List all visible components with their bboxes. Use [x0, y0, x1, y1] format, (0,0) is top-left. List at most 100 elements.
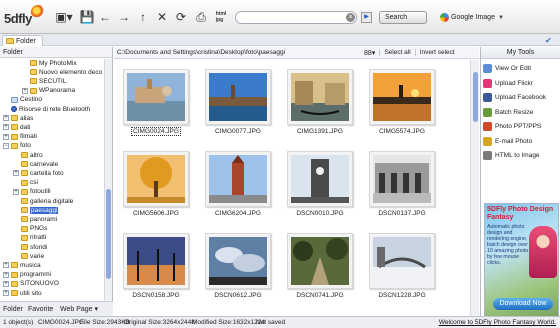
thumbnail-item[interactable]: CIMG0077.JPG — [200, 64, 276, 144]
expand-icon[interactable]: + — [13, 170, 19, 177]
tree-node[interactable]: csi — [13, 179, 38, 187]
thumbnail-image[interactable] — [369, 233, 435, 289]
thumbnail-image[interactable] — [369, 151, 435, 207]
tree-node[interactable]: altro — [13, 151, 43, 159]
collapse-panel-icon[interactable]: ✔ — [545, 36, 552, 45]
expand-icon[interactable]: + — [3, 115, 9, 122]
tree-node[interactable]: panorami — [13, 215, 57, 223]
tree-node[interactable]: + utili sito — [3, 289, 42, 297]
expand-icon[interactable]: + — [13, 188, 19, 195]
tree-node[interactable]: ritratti — [13, 234, 46, 242]
welcome-link[interactable]: Welcome to 5DFly Photo Fantasy World. — [439, 317, 556, 328]
folder-icon — [21, 234, 28, 241]
tree-node[interactable]: sfondi — [13, 243, 47, 251]
tree-node[interactable]: + alias — [3, 114, 33, 122]
select-all-button[interactable]: Select all — [379, 49, 411, 56]
tree-node[interactable]: + SITONUOVO — [3, 280, 59, 288]
save-icon[interactable]: 💾 — [80, 10, 95, 24]
tree-node[interactable]: galleria digitale — [13, 197, 73, 205]
thumbnail-image[interactable] — [205, 69, 271, 125]
tree-node[interactable]: Risorse di rete Bluetooth — [3, 105, 90, 113]
tree-node[interactable]: My PhotoMix — [22, 59, 77, 67]
folder-tree-scrollbar[interactable] — [104, 59, 112, 301]
expand-icon[interactable]: + — [3, 262, 9, 269]
tool-item[interactable]: Upload Flickr — [483, 78, 533, 89]
thumbnail-item[interactable]: DSCN0010.JPG — [282, 146, 358, 226]
thumbnail-item[interactable]: DSCN0158.JPG — [118, 228, 194, 308]
forward-icon[interactable]: → — [117, 10, 131, 24]
tab-folder-bottom[interactable]: Folder — [3, 305, 23, 314]
thumbnail-item[interactable]: DSCN0612.JPG — [200, 228, 276, 308]
tree-node[interactable]: + musica — [3, 261, 41, 269]
thumbnail-item[interactable]: CIMG0024.JPG — [118, 64, 194, 144]
search-engine-select[interactable]: Google Image ▼ — [440, 12, 504, 23]
expand-icon[interactable]: + — [3, 124, 9, 131]
expand-icon[interactable]: + — [3, 290, 9, 296]
thumbnail-image[interactable] — [287, 151, 353, 207]
tool-item[interactable]: Batch Resize — [483, 107, 533, 118]
back-icon[interactable]: ← — [98, 10, 112, 24]
thumbnail-image[interactable] — [369, 69, 435, 125]
thumbnail-scrollbar[interactable] — [470, 60, 479, 323]
tool-item[interactable]: HTML to Image — [483, 150, 540, 161]
tool-item[interactable]: Photo PPT/PPS — [483, 121, 541, 132]
expand-icon[interactable]: + — [3, 271, 9, 278]
tool-item[interactable]: Upload Facebook — [483, 92, 546, 103]
tool-item[interactable]: E-mail Photo — [483, 136, 532, 147]
thumbnail-item[interactable]: CIMG6204.JPG — [200, 146, 276, 226]
tree-node[interactable]: + dati — [3, 123, 30, 131]
html-jpg-icon[interactable]: html jpg — [214, 10, 228, 24]
thumbnail-image[interactable] — [123, 69, 189, 125]
expand-icon[interactable]: + — [3, 280, 9, 287]
print-icon[interactable]: ⎙ — [194, 10, 208, 24]
thumbnail-item[interactable]: CIMG5606.JPG — [118, 146, 194, 226]
tab-folder[interactable]: Folder — [2, 35, 43, 46]
screen-menu-icon[interactable]: ▣▾ — [55, 10, 73, 24]
promo-banner[interactable]: 5DFly Photo Design Fantasy Automatic pho… — [484, 203, 559, 317]
up-icon[interactable]: ↑ — [136, 10, 150, 24]
tree-node[interactable]: paesaggi — [13, 206, 59, 214]
thumbnail-item[interactable]: CIMG1391.JPG — [282, 64, 358, 144]
expand-icon[interactable]: + — [3, 133, 9, 140]
tree-node[interactable]: PNGs — [13, 225, 47, 233]
download-now-button[interactable]: Download Now — [493, 298, 553, 310]
tree-node[interactable]: carnevale — [13, 160, 58, 168]
tree-node[interactable]: varie — [13, 252, 44, 260]
search-button[interactable]: Search — [379, 11, 427, 24]
tree-node[interactable]: + WPanorama — [22, 87, 75, 95]
tree-node[interactable]: Nuovo elemento deco — [22, 68, 102, 76]
tree-node[interactable]: Cestino — [3, 96, 42, 104]
collapse-icon[interactable]: − — [3, 142, 9, 149]
search-go-icon[interactable]: ▶ — [361, 12, 372, 23]
tree-node[interactable]: + cartella foto — [13, 169, 64, 177]
tree-node[interactable]: SECUTIL — [22, 77, 66, 85]
tool-item[interactable]: View Or Edit — [483, 63, 531, 74]
thumbnail-image[interactable] — [205, 233, 271, 289]
search-input[interactable] — [235, 11, 357, 24]
thumbnail-image[interactable] — [205, 151, 271, 207]
path-field[interactable]: C:\Documents and Settings\cristina\Deskt… — [117, 49, 360, 56]
tree-node[interactable]: − foto — [3, 142, 31, 150]
invert-select-button[interactable]: Invert select — [414, 49, 455, 56]
thumbnail-item[interactable]: DSCN0741.JPG — [282, 228, 358, 308]
thumbnail-image[interactable] — [123, 233, 189, 289]
clear-search-icon[interactable]: × — [346, 13, 355, 22]
tree-node[interactable]: + programmi — [3, 271, 51, 279]
tree-node-label: csi — [30, 179, 38, 187]
thumbnail-item[interactable]: DSCN1228.JPG — [364, 228, 440, 308]
thumbnail-scroll-thumb[interactable] — [473, 72, 478, 122]
thumbnail-image[interactable] — [287, 69, 353, 125]
tree-node[interactable]: + filmati — [3, 133, 37, 141]
tab-web-page[interactable]: Web Page ▾ — [60, 305, 98, 314]
view-mode-button[interactable]: 88▾ — [364, 49, 375, 57]
thumbnail-image[interactable] — [287, 233, 353, 289]
thumbnail-item[interactable]: DSCN0137.JPG — [364, 146, 440, 226]
expand-icon[interactable]: + — [22, 87, 28, 94]
tree-node[interactable]: + fotoutili — [13, 188, 51, 196]
thumbnail-image[interactable] — [123, 151, 189, 207]
refresh-icon[interactable]: ⟳ — [174, 10, 188, 24]
delete-icon[interactable]: ✕ — [155, 10, 169, 24]
folder-tree-scroll-thumb[interactable] — [106, 189, 111, 279]
thumbnail-item[interactable]: CIMG5574.JPG — [364, 64, 440, 144]
tab-favorite[interactable]: Favorite — [28, 305, 53, 314]
